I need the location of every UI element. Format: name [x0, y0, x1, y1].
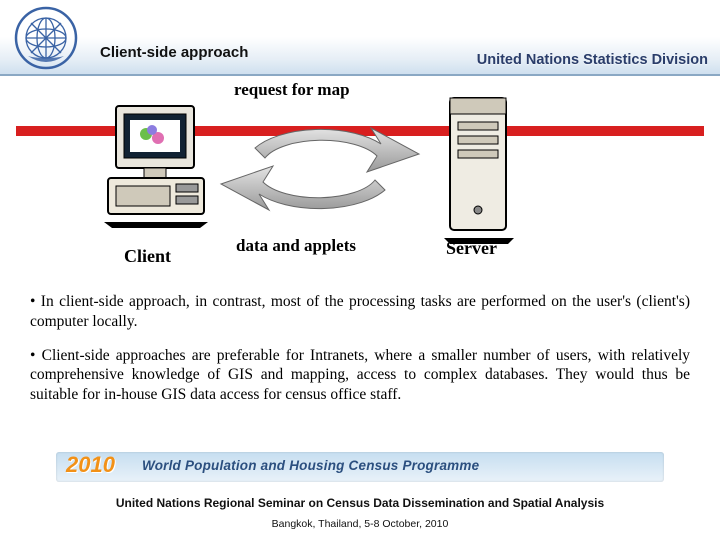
- diagram-top-label: request for map: [234, 80, 350, 100]
- org-subhead: United Nations Statistics Division: [477, 52, 708, 68]
- exchange-arrows-icon: [215, 104, 425, 239]
- slide-title: Client-side approach: [100, 44, 248, 61]
- diagram-bottom-label: data and applets: [236, 236, 356, 256]
- diagram-area: request for map: [0, 76, 720, 272]
- census-text: World Population and Housing Census Prog…: [142, 458, 479, 473]
- un-logo-icon: [14, 6, 78, 75]
- footer-location-date: Bangkok, Thailand, 5-8 October, 2010: [0, 518, 720, 530]
- header-bar: Client-side approach United Nations Stat…: [0, 0, 720, 76]
- footer-seminar-title: United Nations Regional Seminar on Censu…: [0, 496, 720, 510]
- bullet-1: • In client-side approach, in contrast, …: [30, 292, 690, 332]
- server-tower-icon: [440, 94, 522, 251]
- client-label: Client: [124, 246, 171, 267]
- census-year: 2010: [66, 452, 115, 478]
- client-computer-icon: [102, 102, 210, 235]
- body-text-block: • In client-side approach, in contrast, …: [30, 292, 690, 419]
- bullet-2: • Client-side approaches are preferable …: [30, 346, 690, 405]
